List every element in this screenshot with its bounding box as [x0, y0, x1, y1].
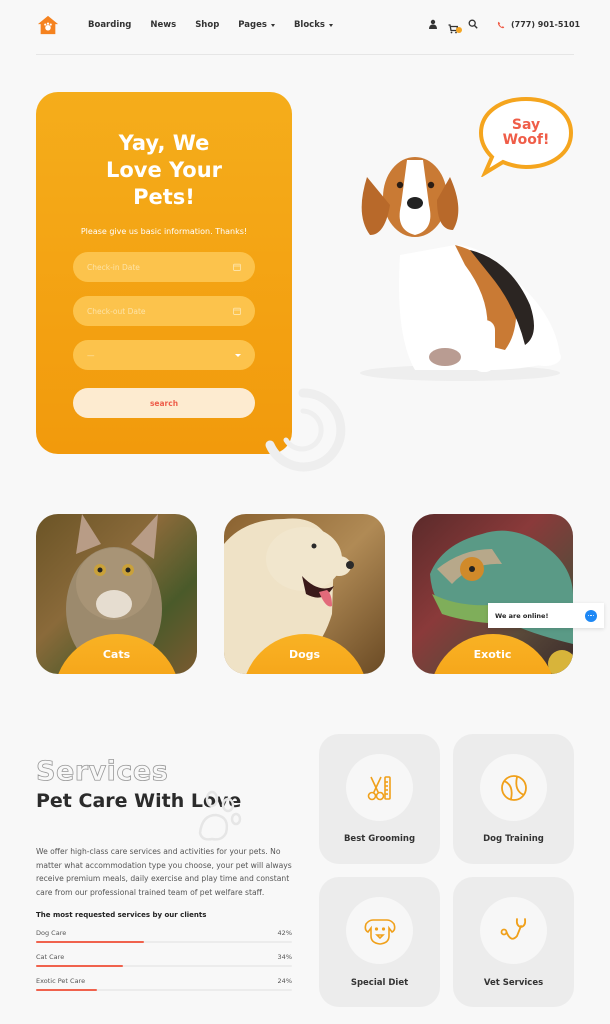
service-label: Special Diet — [350, 978, 409, 988]
service-card-vet[interactable]: Vet Services — [453, 877, 574, 1007]
hero-title: Yay, We Love Your Pets! — [36, 130, 292, 211]
service-icon-circle — [346, 897, 413, 964]
booking-form-card: Yay, We Love Your Pets! Please give us b… — [36, 92, 292, 454]
search-button[interactable]: search — [73, 388, 255, 418]
services-outline-title: Services — [36, 756, 169, 788]
nav-boarding[interactable]: Boarding — [88, 20, 131, 30]
ball-icon — [500, 774, 527, 801]
category-exotic[interactable]: Exotic — [412, 514, 573, 674]
bar-fill — [36, 965, 124, 967]
category-dogs[interactable]: Dogs — [224, 514, 385, 674]
service-card-diet[interactable]: Special Diet — [319, 877, 440, 1007]
search-icon[interactable] — [468, 19, 478, 29]
progress-cat-care: Cat Care 34% — [36, 953, 292, 967]
category-label: Cats — [102, 648, 131, 661]
hero-title-line: Pets! — [133, 185, 195, 209]
bar-track — [36, 989, 292, 991]
service-icon-circle — [480, 754, 547, 821]
chat-bubble-icon — [585, 609, 597, 622]
nav-label: News — [150, 20, 177, 30]
nav-label: Boarding — [88, 20, 132, 30]
bars-title: The most requested services by our clien… — [36, 911, 207, 919]
calendar-icon — [233, 263, 241, 271]
progress-exotic-care: Exotic Pet Care 24% — [36, 977, 292, 991]
search-button-label: search — [149, 398, 179, 408]
hero-title-line: Yay, We — [118, 131, 210, 155]
decorative-swirl — [265, 388, 346, 472]
bar-percent: 24% — [277, 977, 292, 985]
nav-label: Blocks — [293, 20, 325, 30]
nav-pages[interactable]: Pages — [238, 20, 275, 30]
dog-face-icon — [364, 918, 395, 945]
hero-title-line: Love Your — [105, 158, 223, 182]
phone-number: (777) 901-5101 — [511, 20, 581, 29]
cart-badge — [456, 27, 462, 33]
grooming-icon — [367, 775, 391, 800]
bar-track — [36, 965, 292, 967]
category-label: Exotic — [473, 648, 512, 661]
main-nav: Boarding News Shop Pages Blocks — [88, 20, 352, 30]
cart-button[interactable] — [448, 19, 462, 34]
service-icon-circle — [346, 754, 413, 821]
hero-subtitle: Please give us basic information. Thanks… — [80, 227, 248, 236]
pet-type-select[interactable]: — — [73, 340, 255, 370]
progress-dog-care: Dog Care 42% — [36, 929, 292, 943]
bar-label: Exotic Pet Care — [36, 977, 86, 985]
category-cats[interactable]: Cats — [36, 514, 197, 674]
calendar-icon — [233, 307, 241, 315]
header-actions — [428, 19, 488, 34]
chevron-down-icon — [270, 23, 275, 27]
header-divider — [36, 54, 574, 55]
chevron-down-icon — [235, 353, 241, 357]
service-label: Best Grooming — [343, 834, 416, 844]
bar-percent: 42% — [277, 929, 292, 937]
bubble-text: Say Woof! — [487, 118, 565, 148]
stethoscope-icon — [500, 917, 526, 940]
service-icon-circle — [480, 897, 547, 964]
bar-fill — [36, 989, 98, 991]
paw-print-icon — [198, 790, 242, 841]
service-label: Dog Training — [483, 834, 544, 844]
chat-widget[interactable]: We are online! — [488, 603, 604, 628]
service-card-grooming[interactable]: Best Grooming — [319, 734, 440, 864]
nav-blocks[interactable]: Blocks — [294, 20, 333, 30]
chat-label: We are online! — [495, 611, 549, 620]
nav-news[interactable]: News — [150, 20, 176, 30]
bar-label: Cat Care — [36, 953, 65, 961]
logo-icon[interactable] — [37, 14, 59, 36]
select-value: — — [87, 350, 95, 360]
phone-icon — [497, 21, 505, 28]
checkout-placeholder: Check-out Date — [87, 306, 146, 316]
checkin-placeholder: Check-in Date — [87, 262, 140, 272]
nav-label: Shop — [195, 20, 220, 30]
checkout-date-input[interactable]: Check-out Date — [73, 296, 255, 326]
bar-track — [36, 941, 292, 943]
nav-label: Pages — [238, 20, 267, 30]
phone-link[interactable]: (777) 901-5101 — [497, 20, 580, 29]
bubble-line: Woof! — [502, 132, 550, 148]
services-description: We offer high-class care services and ac… — [36, 847, 292, 897]
service-card-training[interactable]: Dog Training — [453, 734, 574, 864]
bar-label: Dog Care — [36, 929, 67, 937]
site-header: Boarding News Shop Pages Blocks (777) 90… — [0, 0, 610, 56]
bubble-line: Say — [511, 117, 541, 133]
category-label: Dogs — [288, 648, 321, 661]
service-label: Vet Services — [483, 978, 544, 988]
bar-fill — [36, 941, 144, 943]
checkin-date-input[interactable]: Check-in Date — [73, 252, 255, 282]
nav-shop[interactable]: Shop — [195, 20, 219, 30]
bar-percent: 34% — [277, 953, 292, 961]
chevron-down-icon — [328, 23, 333, 27]
user-icon[interactable] — [428, 19, 438, 29]
